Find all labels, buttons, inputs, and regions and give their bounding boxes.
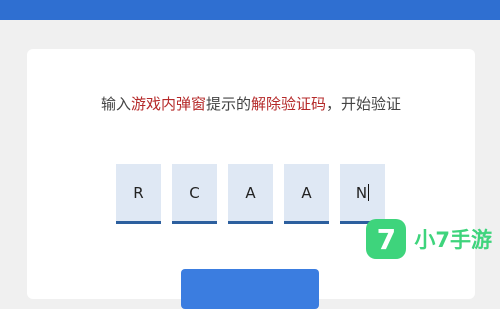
submit-button[interactable] [181,269,319,309]
instruction-highlight-popup: 游戏内弹窗 [131,95,206,113]
instruction-part-2: 提示的 [206,95,251,113]
code-digit-box-2[interactable]: C [172,164,217,224]
code-digit-5: N [356,184,367,202]
code-digit-4: A [301,184,311,202]
instruction-part-1: 输入 [101,95,131,113]
text-caret [368,184,369,201]
code-digit-box-4[interactable]: A [284,164,329,224]
instruction-text: 输入游戏内弹窗提示的解除验证码，开始验证 [27,93,475,114]
code-digit-1: R [133,184,143,202]
watermark-text: 小7手游 [414,224,492,254]
instruction-part-3: ，开始验证 [326,95,401,113]
code-digit-box-3[interactable]: A [228,164,273,224]
top-app-bar [0,0,500,20]
instruction-highlight-unlock-code: 解除验证码 [251,95,326,113]
code-digit-box-1[interactable]: R [116,164,161,224]
watermark-badge-icon: 7 [366,219,406,259]
code-digit-2: C [189,184,199,202]
code-digit-3: A [245,184,255,202]
watermark-logo: 7 小7手游 [366,215,492,263]
